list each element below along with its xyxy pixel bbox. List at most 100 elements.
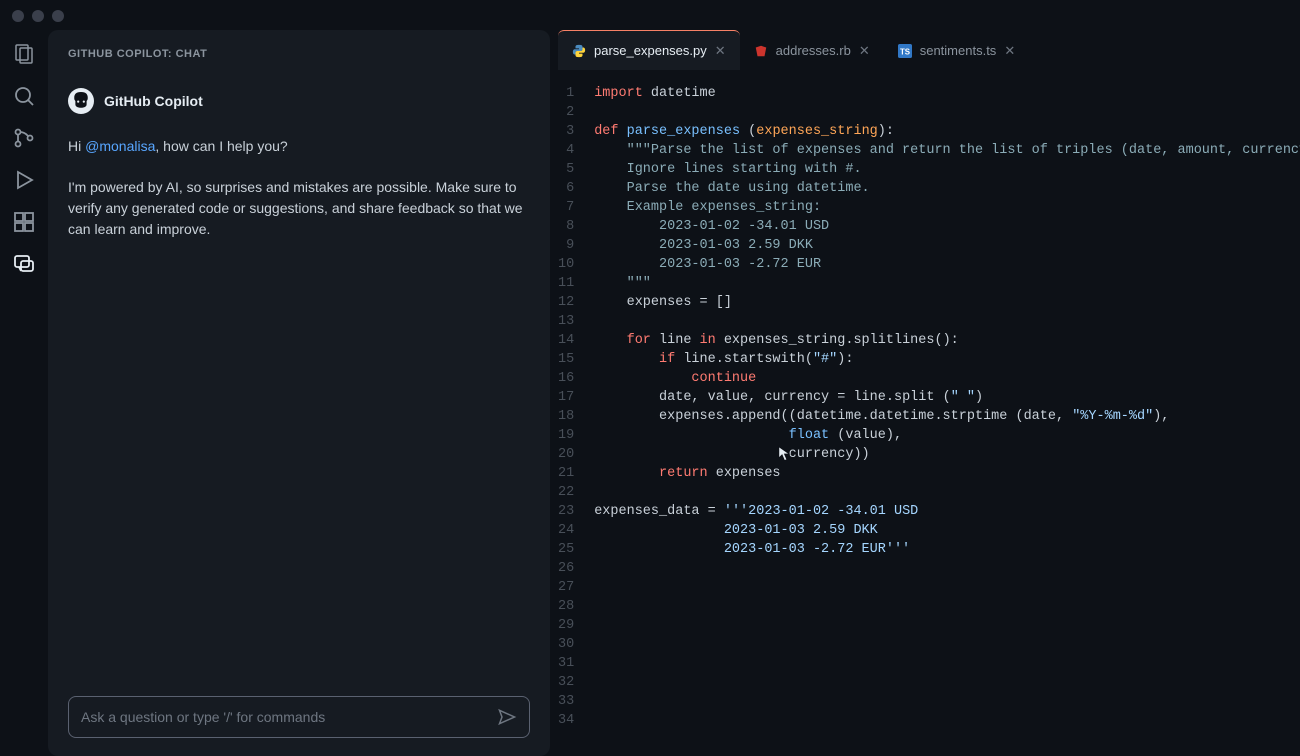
code-line[interactable]: import datetime (594, 84, 1300, 103)
line-number: 16 (558, 369, 574, 388)
close-tab-icon[interactable]: ✕ (859, 43, 870, 59)
code-line[interactable] (594, 559, 1300, 578)
line-number: 20 (558, 445, 574, 464)
editor-area: parse_expenses.py ✕ addresses.rb ✕ TS sentime… (558, 30, 1300, 756)
code-line[interactable] (594, 673, 1300, 692)
line-number: 29 (558, 616, 574, 635)
chat-input-container[interactable] (68, 696, 530, 738)
code-line[interactable] (594, 483, 1300, 502)
copilot-avatar-icon (68, 88, 94, 114)
tab-parse_expenses-py[interactable]: parse_expenses.py ✕ (558, 30, 740, 70)
extensions-icon[interactable] (10, 208, 38, 236)
tab-label: parse_expenses.py (594, 43, 707, 58)
code-content[interactable]: import datetime def parse_expenses (expen… (594, 84, 1300, 756)
line-number: 13 (558, 312, 574, 331)
run-debug-icon[interactable] (10, 166, 38, 194)
line-number: 32 (558, 673, 574, 692)
line-number: 6 (558, 179, 574, 198)
code-line[interactable]: for line in expenses_string.splitlines()… (594, 331, 1300, 350)
py-file-icon (572, 44, 586, 58)
line-number: 12 (558, 293, 574, 312)
code-line[interactable]: currency)) (594, 445, 1300, 464)
chat-panel: GITHUB COPILOT: CHAT GitHub Copilot Hi @… (48, 30, 550, 756)
code-line[interactable] (594, 635, 1300, 654)
code-line[interactable]: expenses_data = '''2023-01-02 -34.01 USD (594, 502, 1300, 521)
rb-file-icon (754, 44, 768, 58)
code-line[interactable] (594, 692, 1300, 711)
source-control-icon[interactable] (10, 124, 38, 152)
line-number: 34 (558, 711, 574, 730)
code-line[interactable]: """Parse the list of expenses and return… (594, 141, 1300, 160)
line-number: 14 (558, 331, 574, 350)
line-number-gutter: 1234567891011121314151617181920212223242… (558, 84, 594, 756)
line-number: 30 (558, 635, 574, 654)
minimize-window-button[interactable] (32, 10, 44, 22)
code-line[interactable]: Parse the date using datetime. (594, 179, 1300, 198)
ts-file-icon: TS (898, 44, 912, 58)
line-number: 24 (558, 521, 574, 540)
code-line[interactable] (594, 711, 1300, 730)
line-number: 8 (558, 217, 574, 236)
chat-input[interactable] (81, 709, 497, 725)
line-number: 19 (558, 426, 574, 445)
code-line[interactable]: 2023-01-02 -34.01 USD (594, 217, 1300, 236)
code-line[interactable]: continue (594, 369, 1300, 388)
line-number: 22 (558, 483, 574, 502)
svg-text:TS: TS (900, 47, 910, 56)
line-number: 3 (558, 122, 574, 141)
code-line[interactable] (594, 312, 1300, 331)
tab-sentiments-ts[interactable]: TS sentiments.ts ✕ (884, 30, 1030, 70)
line-number: 18 (558, 407, 574, 426)
line-number: 11 (558, 274, 574, 293)
line-number: 2 (558, 103, 574, 122)
code-line[interactable]: 2023-01-03 2.59 DKK (594, 521, 1300, 540)
line-number: 25 (558, 540, 574, 559)
code-line[interactable]: 2023-01-03 -2.72 EUR (594, 255, 1300, 274)
activity-bar (0, 30, 48, 756)
code-line[interactable] (594, 616, 1300, 635)
code-line[interactable]: 2023-01-03 2.59 DKK (594, 236, 1300, 255)
code-line[interactable]: Example expenses_string: (594, 198, 1300, 217)
code-line[interactable]: date, value, currency = line.split (" ") (594, 388, 1300, 407)
code-line[interactable]: def parse_expenses (expenses_string): (594, 122, 1300, 141)
send-icon[interactable] (497, 707, 517, 727)
window-traffic-lights (12, 10, 64, 22)
line-number: 9 (558, 236, 574, 255)
code-line[interactable]: Ignore lines starting with #. (594, 160, 1300, 179)
close-tab-icon[interactable]: ✕ (1004, 43, 1015, 59)
code-line[interactable]: 2023-01-03 -2.72 EUR''' (594, 540, 1300, 559)
search-icon[interactable] (10, 82, 38, 110)
code-line[interactable] (594, 103, 1300, 122)
line-number: 1 (558, 84, 574, 103)
explorer-icon[interactable] (10, 40, 38, 68)
code-line[interactable] (594, 578, 1300, 597)
line-number: 21 (558, 464, 574, 483)
code-line[interactable]: float (value), (594, 426, 1300, 445)
code-line[interactable]: expenses.append((datetime.datetime.strpt… (594, 407, 1300, 426)
line-number: 33 (558, 692, 574, 711)
code-line[interactable]: """ (594, 274, 1300, 293)
copilot-identity: GitHub Copilot (68, 88, 530, 114)
code-line[interactable]: expenses = [] (594, 293, 1300, 312)
code-line[interactable]: return expenses (594, 464, 1300, 483)
tab-addresses-rb[interactable]: addresses.rb ✕ (740, 30, 884, 70)
line-number: 5 (558, 160, 574, 179)
line-number: 7 (558, 198, 574, 217)
maximize-window-button[interactable] (52, 10, 64, 22)
code-editor[interactable]: 1234567891011121314151617181920212223242… (558, 70, 1300, 756)
close-window-button[interactable] (12, 10, 24, 22)
chat-messages: Hi @monalisa, how can I help you? I'm po… (68, 136, 530, 260)
chat-icon[interactable] (10, 250, 38, 278)
code-line[interactable]: if line.startswith("#"): (594, 350, 1300, 369)
tab-label: sentiments.ts (920, 43, 997, 58)
tab-label: addresses.rb (776, 43, 851, 58)
editor-tabs: parse_expenses.py ✕ addresses.rb ✕ TS sentime… (558, 30, 1300, 70)
close-tab-icon[interactable]: ✕ (715, 43, 726, 59)
line-number: 31 (558, 654, 574, 673)
line-number: 23 (558, 502, 574, 521)
user-mention: @monalisa (85, 138, 155, 154)
code-line[interactable] (594, 597, 1300, 616)
chat-greeting: Hi @monalisa, how can I help you? (68, 136, 530, 157)
line-number: 15 (558, 350, 574, 369)
code-line[interactable] (594, 654, 1300, 673)
